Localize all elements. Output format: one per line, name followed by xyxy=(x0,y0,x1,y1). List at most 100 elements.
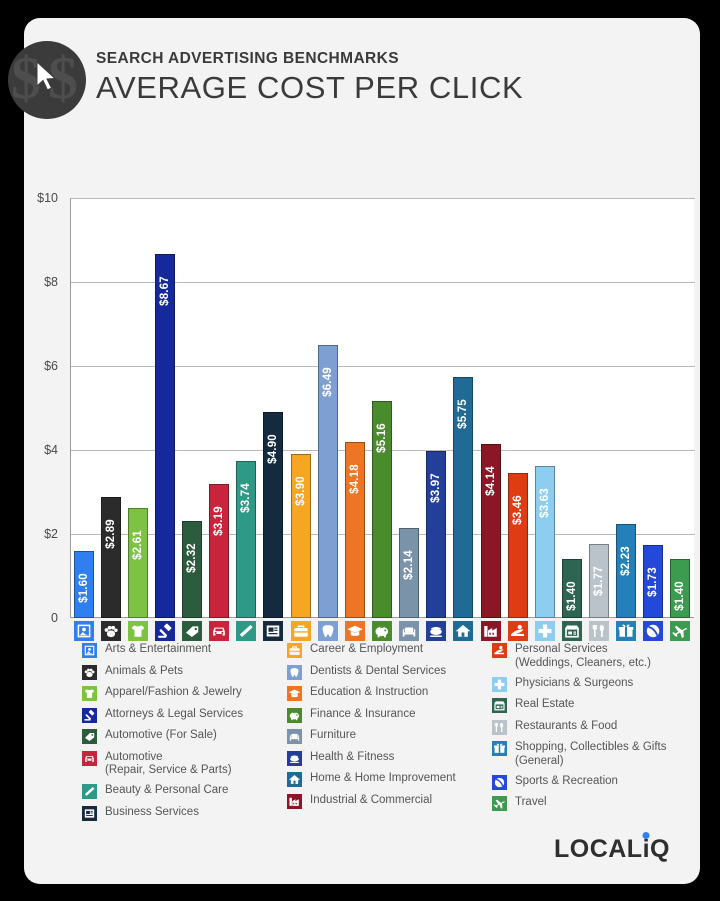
picture-icon xyxy=(82,643,97,658)
bar: $4.18 xyxy=(344,442,365,618)
legend-item-label: Home & Home Improvement xyxy=(310,772,456,784)
bar: $1.73 xyxy=(643,545,664,618)
legend-item-label: Dentists & Dental Services xyxy=(310,664,447,677)
legend-item: Arts & Entertainment xyxy=(82,642,287,658)
logo-text-q: Q xyxy=(650,835,670,863)
cursor-arrow-icon xyxy=(37,62,57,91)
x-axis-briefcase-icon xyxy=(290,620,311,642)
y-axis-tick-label: $4 xyxy=(44,443,58,457)
x-axis-house-icon xyxy=(453,620,474,642)
bar: $1.77 xyxy=(589,543,610,618)
cpc-bar-chart: $10 $8 $6 $4 $2 0 $1.60 $2.89 $2.61 $8.67 $2.32 $3… xyxy=(24,168,700,648)
legend-item-label: Physicians & Surgeons xyxy=(515,676,634,689)
legend-item: Personal Services (Weddings, Cleaners, et… xyxy=(492,642,697,670)
bar: $6.49 xyxy=(317,345,338,618)
legend-item-label: Animals & Pets xyxy=(105,664,183,677)
legend-item-label: Personal Services (Weddings, Cleaners, et… xyxy=(515,643,651,669)
legend-item: Animals & Pets xyxy=(82,664,287,680)
legend-item-label: Furniture xyxy=(310,729,357,741)
x-axis-car-tag-icon xyxy=(182,620,203,642)
bar-column: $3.63 xyxy=(534,198,555,618)
bar-value-label: $1.40 xyxy=(674,581,687,612)
bar: $2.32 xyxy=(182,520,203,618)
paw-icon xyxy=(82,664,97,680)
legend-item: Furniture xyxy=(287,728,492,744)
legend-item: Education & Instruction xyxy=(287,685,492,701)
bar-column: $2.61 xyxy=(127,198,148,618)
bar-column: $3.46 xyxy=(507,198,528,618)
bar-column: $3.74 xyxy=(236,198,257,618)
bar-value-label: $2.61 xyxy=(131,530,144,561)
bar-column: $6.49 xyxy=(317,198,338,618)
x-axis-factory-icon xyxy=(480,620,501,642)
x-axis-personal-services-icon xyxy=(507,620,528,642)
bar-column: $3.19 xyxy=(209,198,230,618)
y-axis-tick-label: $10 xyxy=(37,191,58,205)
bar-value-label: $4.18 xyxy=(348,464,361,495)
dollar-cursor-icon: $ $ xyxy=(8,41,86,119)
bar-value-label: $3.74 xyxy=(240,483,253,513)
legend-item-label: Automotive (Repair, Service & Parts) xyxy=(105,750,232,777)
factory-icon xyxy=(287,793,302,809)
tooth-icon xyxy=(287,664,302,680)
y-axis-tick-label: $8 xyxy=(44,275,58,289)
bar: $2.89 xyxy=(100,496,121,618)
bar-column: $5.16 xyxy=(372,198,392,618)
gavel-icon xyxy=(82,707,97,723)
legend-item: Attorneys & Legal Services xyxy=(82,707,287,723)
bar: $3.19 xyxy=(209,484,230,618)
legend-item-label: Real Estate xyxy=(515,698,575,710)
y-axis-tick-label: $6 xyxy=(44,359,58,373)
bar-value-label: $1.77 xyxy=(593,565,606,596)
bar-column: $1.60 xyxy=(73,198,94,618)
house-icon xyxy=(287,772,302,787)
legend-item-label: Travel xyxy=(515,796,547,808)
cutlery-icon xyxy=(492,719,507,735)
bar-column: $5.75 xyxy=(453,198,474,618)
bar-value-label: $6.49 xyxy=(321,367,334,398)
bar-column: $1.73 xyxy=(643,198,664,618)
x-axis-ball-icon xyxy=(643,620,664,642)
header-kicker: SEARCH ADVERTISING BENCHMARKS xyxy=(96,50,399,67)
bar-column: $8.67 xyxy=(154,198,175,618)
legend-item-label: Restaurants & Food xyxy=(515,719,618,732)
legend-item: Beauty & Personal Care xyxy=(82,783,287,799)
bar: $1.40 xyxy=(670,559,691,618)
gift-icon xyxy=(492,741,507,756)
bar: $3.46 xyxy=(507,472,528,618)
legend-item-label: Apparel/Fashion & Jewelry xyxy=(105,686,242,698)
legend-item: Dentists & Dental Services xyxy=(287,664,492,680)
legend-item: Business Services xyxy=(82,805,287,821)
bar-value-label: $3.63 xyxy=(538,487,551,518)
bar-value-label: $3.46 xyxy=(511,494,524,525)
bar-value-label: $3.19 xyxy=(213,506,226,536)
bar: $2.14 xyxy=(399,528,420,618)
dumbbell-icon xyxy=(287,750,302,766)
graduation-cap-icon xyxy=(287,686,302,701)
x-axis-dumbbell-icon xyxy=(426,620,447,642)
ball-icon xyxy=(492,774,507,790)
legend-item-label: Attorneys & Legal Services xyxy=(105,707,244,720)
x-axis-gavel-icon xyxy=(154,620,175,642)
logo-text-i: i xyxy=(642,835,651,863)
legend-item-sublabel: (General) xyxy=(515,754,564,767)
header: $ $ SEARCH ADVERTISING BENCHMARKS AVERAG… xyxy=(8,18,700,148)
bar: $1.40 xyxy=(561,559,582,618)
bar-value-label: $3.90 xyxy=(294,476,307,507)
bar: $2.61 xyxy=(127,508,148,618)
legend-item-label: Finance & Insurance xyxy=(310,707,416,720)
legend-item-label: Arts & Entertainment xyxy=(105,643,212,655)
bar: $4.14 xyxy=(480,444,501,618)
bar-column: $3.90 xyxy=(290,198,311,618)
bar-value-label: $1.73 xyxy=(647,567,660,598)
x-axis-car-repair-icon xyxy=(209,620,230,642)
x-axis-brush-icon xyxy=(236,620,257,642)
legend-item: Finance & Insurance xyxy=(287,707,492,723)
logo-text-local: LOCAL xyxy=(553,835,643,863)
y-axis-tick-label: $2 xyxy=(44,527,58,541)
x-axis-sofa-icon xyxy=(399,620,420,642)
piggy-bank-icon xyxy=(287,707,302,723)
legend-column: Career & Employment Dentists & Dental Ser… xyxy=(287,642,492,814)
bar: $3.97 xyxy=(426,451,447,618)
legend-item: Automotive (For Sale) xyxy=(82,728,287,744)
